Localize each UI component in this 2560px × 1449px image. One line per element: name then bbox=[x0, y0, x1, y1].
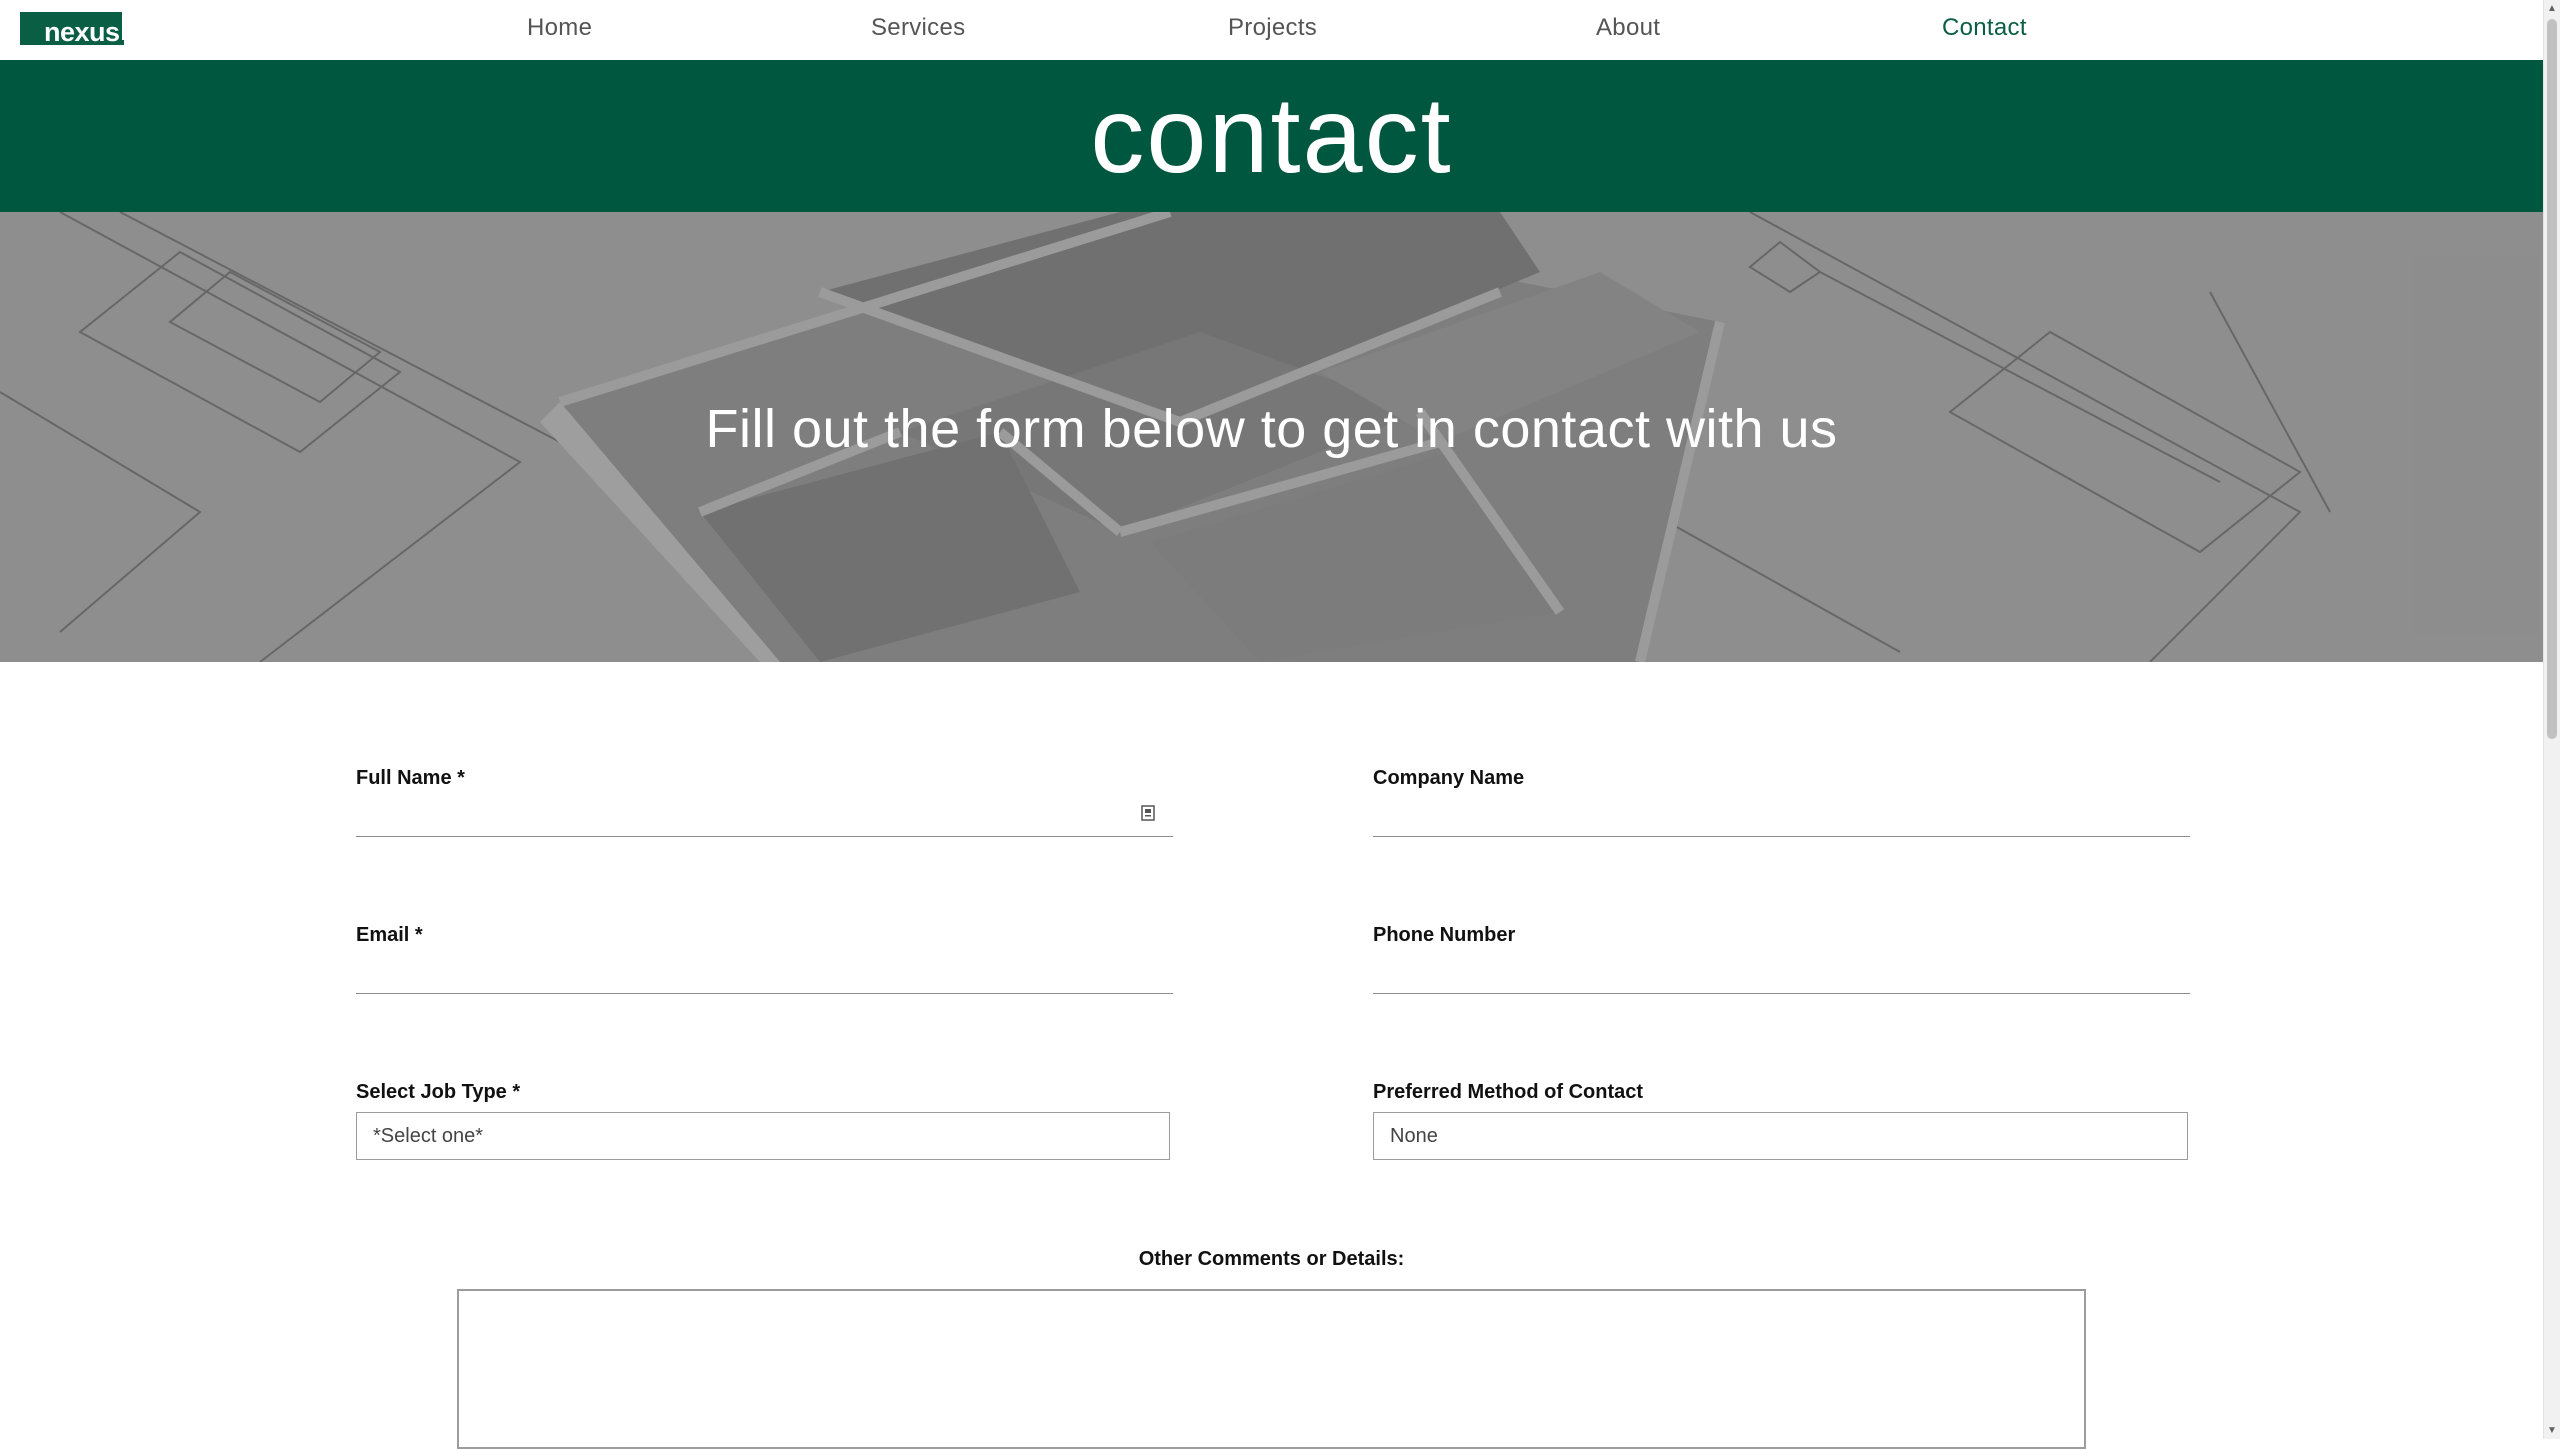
title-band: contact bbox=[0, 60, 2543, 212]
phone-number-input[interactable] bbox=[1373, 960, 2190, 994]
svg-text:nexus: nexus bbox=[44, 17, 120, 47]
job-type-select[interactable]: *Select one* bbox=[356, 1112, 1170, 1160]
job-type-label: Select Job Type * bbox=[356, 1081, 521, 1103]
contact-method-label: Preferred Method of Contact bbox=[1373, 1081, 1644, 1103]
nav-about-link[interactable]: About bbox=[1596, 14, 1660, 42]
company-name-input[interactable] bbox=[1373, 803, 2190, 837]
nav-services-link[interactable]: Services bbox=[871, 14, 965, 42]
top-navbar: nexus Home Services Projects About Conta… bbox=[0, 0, 2543, 60]
scroll-up-arrow-icon[interactable]: ▲ bbox=[2544, 0, 2560, 17]
email-label: Email * bbox=[356, 924, 423, 946]
scrollbar-thumb[interactable] bbox=[2547, 19, 2557, 739]
nav-contact-link[interactable]: Contact bbox=[1942, 14, 2027, 42]
email-input[interactable] bbox=[356, 960, 1173, 994]
contact-method-select[interactable]: None bbox=[1373, 1112, 2188, 1160]
hero-banner: Fill out the form below to get in contac… bbox=[0, 212, 2543, 662]
nav-home-link[interactable]: Home bbox=[527, 14, 592, 42]
autofill-contact-icon[interactable] bbox=[1141, 805, 1155, 821]
page-title: contact bbox=[1090, 73, 1453, 195]
comments-label: Other Comments or Details: bbox=[1138, 1248, 1405, 1270]
full-name-label: Full Name * bbox=[356, 767, 465, 789]
company-name-label: Company Name bbox=[1373, 767, 1525, 789]
full-name-input[interactable] bbox=[356, 803, 1173, 837]
comments-textarea[interactable] bbox=[457, 1289, 2086, 1449]
phone-number-label: Phone Number bbox=[1373, 924, 1516, 946]
hero-heading: Fill out the form below to get in contac… bbox=[705, 399, 1838, 459]
page-scrollbar[interactable]: ▲ ▼ bbox=[2543, 0, 2560, 1439]
nexus-logo[interactable]: nexus bbox=[20, 12, 126, 48]
scroll-down-arrow-icon[interactable]: ▼ bbox=[2544, 1422, 2560, 1439]
nav-projects-link[interactable]: Projects bbox=[1228, 14, 1317, 42]
